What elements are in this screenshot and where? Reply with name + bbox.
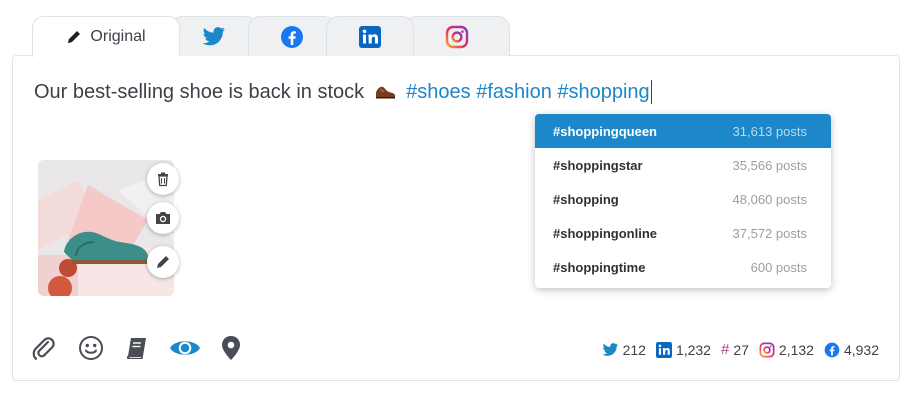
post-text: Our best-selling shoe is back in stock bbox=[34, 80, 365, 103]
trash-icon bbox=[155, 171, 171, 187]
facebook-icon bbox=[280, 25, 304, 49]
suggestion-tag: #shoppingqueen bbox=[553, 123, 657, 139]
suggestion-count: 35,566 posts bbox=[732, 157, 807, 173]
delete-image-button[interactable] bbox=[147, 163, 179, 195]
twitter-icon bbox=[202, 26, 226, 47]
location-button[interactable] bbox=[217, 334, 245, 362]
twitter-stat-value: 212 bbox=[622, 341, 646, 358]
suggestion-item[interactable]: #shoppingqueen 31,613 posts bbox=[535, 114, 831, 148]
suggestion-tag: #shoppingonline bbox=[553, 225, 657, 241]
suggestion-item[interactable]: #shopping 48,060 posts bbox=[535, 182, 831, 216]
emoji-button[interactable] bbox=[77, 334, 105, 362]
attach-button[interactable] bbox=[30, 334, 58, 362]
suggestion-tag: #shoppingstar bbox=[553, 157, 643, 173]
preview-button[interactable] bbox=[168, 334, 202, 362]
suggestion-count: 600 posts bbox=[750, 259, 807, 275]
pencil-icon bbox=[155, 254, 171, 270]
network-stats: 212 1,232 # 27 2,132 4,932 bbox=[592, 341, 879, 358]
location-pin-icon bbox=[220, 335, 242, 361]
suggestion-item[interactable]: #shoppingtime 600 posts bbox=[535, 250, 831, 284]
hashtag-icon: # bbox=[720, 341, 730, 358]
post-hashtags: #shoes #fashion #shopping bbox=[406, 80, 650, 103]
instagram-icon bbox=[759, 341, 775, 358]
camera-icon bbox=[154, 210, 172, 226]
hashtag-stat: # 27 bbox=[721, 341, 749, 358]
linkedin-icon bbox=[359, 25, 381, 48]
text-cursor bbox=[650, 80, 652, 104]
suggestion-item[interactable]: #shoppingstar 35,566 posts bbox=[535, 148, 831, 182]
facebook-stat: 4,932 bbox=[824, 342, 879, 358]
facebook-icon bbox=[824, 342, 840, 358]
linkedin-icon bbox=[655, 341, 672, 358]
linkedin-stat-value: 1,232 bbox=[675, 341, 711, 358]
paperclip-icon bbox=[31, 335, 57, 361]
suggestion-tag: #shoppingtime bbox=[553, 259, 646, 275]
suggestion-count: 31,613 posts bbox=[732, 123, 807, 139]
suggestion-count: 48,060 posts bbox=[732, 191, 807, 207]
shoe-emoji bbox=[374, 83, 396, 101]
tab-instagram[interactable] bbox=[404, 16, 510, 56]
replace-image-button[interactable] bbox=[147, 202, 179, 234]
edit-image-button[interactable] bbox=[147, 246, 179, 278]
facebook-stat-value: 4,932 bbox=[843, 341, 879, 358]
book-icon bbox=[124, 335, 150, 361]
suggestion-item[interactable]: #shoppingonline 37,572 posts bbox=[535, 216, 831, 250]
pencil-icon bbox=[66, 29, 82, 45]
twitter-stat: 212 bbox=[602, 342, 646, 358]
instagram-stat-value: 2,132 bbox=[778, 341, 814, 358]
tab-facebook[interactable] bbox=[248, 16, 336, 56]
linkedin-stat: 1,232 bbox=[655, 341, 711, 358]
emoji-icon bbox=[78, 335, 104, 361]
suggestion-tag: #shopping bbox=[553, 191, 619, 207]
library-button[interactable] bbox=[123, 334, 151, 362]
tab-linkedin[interactable] bbox=[326, 16, 414, 56]
eye-icon bbox=[169, 337, 201, 359]
post-text-field[interactable]: Our best-selling shoe is back in stock #… bbox=[34, 80, 652, 104]
tab-twitter[interactable] bbox=[170, 16, 258, 56]
instagram-icon bbox=[445, 25, 469, 49]
hashtag-suggestions: #shoppingqueen 31,613 posts #shoppingsta… bbox=[535, 114, 831, 288]
tab-original-label: Original bbox=[90, 28, 146, 45]
twitter-icon bbox=[602, 342, 619, 357]
suggestion-count: 37,572 posts bbox=[732, 225, 807, 241]
instagram-stat: 2,132 bbox=[759, 342, 814, 358]
tab-original[interactable]: Original bbox=[32, 16, 180, 57]
hashtag-stat-value: 27 bbox=[733, 341, 749, 358]
